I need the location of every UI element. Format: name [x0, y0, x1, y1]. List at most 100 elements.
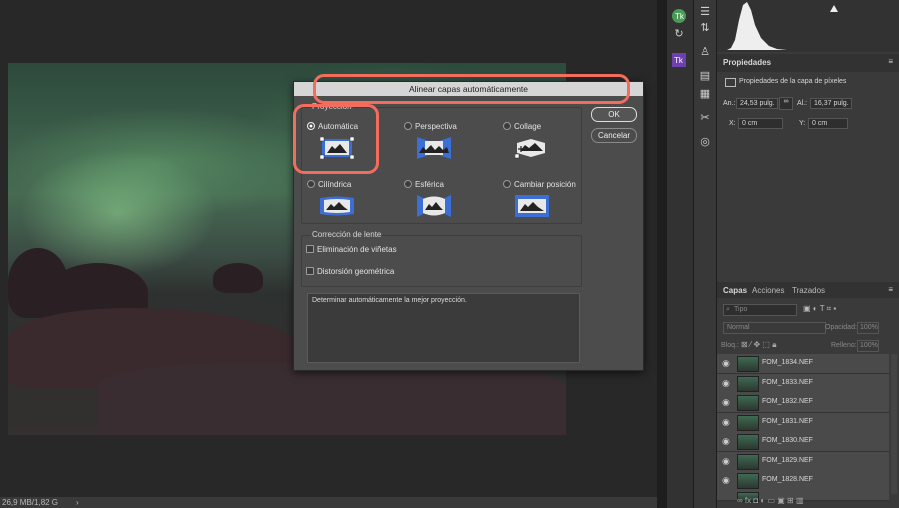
panel-icon-column-2: ☰ ⇅ ♙ ▤ ▦ ✂ ◎	[694, 0, 717, 508]
layers-menu-icon[interactable]: ≡	[888, 285, 893, 294]
layer-thumbnail	[737, 395, 759, 411]
layer-row[interactable]: ◉ FOM_1834.NEF	[717, 354, 889, 374]
eye-icon[interactable]: ◉	[722, 475, 730, 486]
panel-icon-column: Tk ↻ Tk	[667, 0, 694, 508]
y-label: Y:	[799, 120, 806, 127]
panel-menu-icon[interactable]: ≡	[888, 57, 893, 66]
status-bar: 26,9 MB/1,82 G ›	[0, 497, 657, 508]
eye-icon[interactable]: ◉	[722, 397, 730, 408]
layers-footer-icons[interactable]: ∞ fx ◘ ◐ ▭ ▣ ⊞ ▥	[737, 496, 804, 505]
y-field[interactable]: 0 cm	[808, 118, 848, 129]
layer-name: FOM_1829.NEF	[762, 457, 813, 464]
height-field[interactable]: 16,37 pulg.	[810, 98, 852, 109]
notes-icon[interactable]: ▦	[697, 86, 713, 102]
layer-name: FOM_1831.NEF	[762, 418, 813, 425]
lens-correction-label: Corrección de lente	[311, 230, 383, 239]
layer-name: FOM_1834.NEF	[762, 359, 813, 366]
eye-icon[interactable]: ◉	[722, 378, 730, 389]
cylindrical-projection-icon[interactable]	[320, 195, 354, 217]
radio-cambiar-posicion[interactable]: Cambiar posición	[503, 180, 576, 189]
target-icon[interactable]: ◎	[697, 134, 713, 150]
layers-body: ⌕ Tipo ▣ ◐ T ⌗ ▪ Normal Opacidad: 100% B…	[717, 298, 899, 508]
filter-icons[interactable]: ▣ ◐ T ⌗ ▪	[803, 304, 836, 314]
scissors-icon[interactable]: ✂	[697, 110, 713, 126]
svg-text:Tk: Tk	[675, 12, 685, 21]
checkbox-vignette[interactable]: Eliminación de viñetas	[306, 245, 397, 254]
lens-correction-group	[301, 235, 582, 287]
tab-paths[interactable]: Trazados	[792, 286, 825, 295]
stamp-icon[interactable]: ♙	[697, 44, 713, 60]
radio-esferica[interactable]: Esférica	[404, 180, 444, 189]
layer-name: FOM_1828.NEF	[762, 476, 813, 483]
layer-thumbnail	[737, 415, 759, 431]
width-field[interactable]: 24,53 pulg.	[736, 98, 778, 109]
tab-layers[interactable]: Capas	[723, 286, 747, 295]
blend-mode-select[interactable]: Normal	[723, 322, 826, 334]
tab-properties[interactable]: Propiedades	[723, 58, 771, 67]
layer-thumbnail	[737, 376, 759, 392]
ok-button[interactable]: OK	[591, 107, 637, 122]
layers-scrollbar[interactable]	[891, 354, 897, 494]
properties-header: Propiedades ≡	[717, 54, 899, 73]
layer-filter[interactable]: ⌕ Tipo	[723, 304, 797, 316]
perspective-projection-icon[interactable]	[417, 137, 451, 159]
layer-row[interactable]: ◉ FOM_1831.NEF	[717, 413, 889, 433]
width-label: An.:	[723, 100, 736, 107]
adjustments-icon[interactable]: ☰	[697, 4, 713, 20]
layer-thumbnail	[737, 356, 759, 372]
eye-icon[interactable]: ◉	[722, 358, 730, 369]
x-field[interactable]: 0 cm	[738, 118, 783, 129]
opacity-label: Opacidad:	[825, 324, 857, 331]
collage-projection-icon[interactable]	[515, 137, 549, 159]
library-icon[interactable]: ▤	[697, 68, 713, 84]
radio-perspectiva[interactable]: Perspectiva	[404, 122, 457, 131]
tk-panel-icon[interactable]: Tk	[671, 52, 687, 68]
layer-thumbnail	[737, 434, 759, 450]
eye-icon[interactable]: ◉	[722, 456, 730, 467]
layer-row[interactable]: ◉ FOM_1828.NEF	[717, 471, 889, 491]
fill-label: Relleno:	[831, 342, 857, 349]
layer-row[interactable]: ◉ FOM_1829.NEF	[717, 452, 889, 472]
description-box: Determinar automáticamente la mejor proy…	[307, 293, 580, 363]
opacity-field[interactable]: 100%	[857, 322, 879, 334]
link-icon[interactable]: ∞	[779, 97, 793, 110]
layer-row[interactable]: ◉ FOM_1833.NEF	[717, 374, 889, 394]
properties-body: Propiedades de la capa de píxeles An.: 2…	[717, 72, 899, 277]
height-label: Al.:	[797, 100, 808, 107]
checkbox-distortion[interactable]: Distorsión geométrica	[306, 267, 394, 276]
layer-name: FOM_1830.NEF	[762, 437, 813, 444]
spherical-projection-icon[interactable]	[417, 195, 451, 217]
right-panel: Propiedades ≡ Propiedades de la capa de …	[717, 0, 899, 508]
histogram	[717, 0, 899, 52]
levels-icon[interactable]: ⇅	[697, 20, 713, 36]
x-label: X:	[729, 120, 736, 127]
tab-actions[interactable]: Acciones	[752, 286, 784, 295]
pixel-layer-icon	[725, 78, 736, 87]
histogram-graph	[727, 2, 838, 50]
eye-icon[interactable]: ◉	[722, 436, 730, 447]
fill-field[interactable]: 100%	[857, 340, 879, 352]
layer-thumbnail	[737, 454, 759, 470]
lock-label: Bloq.:	[721, 342, 739, 349]
refresh-icon[interactable]: ↻	[671, 26, 687, 42]
automatic-option-highlight	[293, 104, 379, 174]
layer-name: FOM_1833.NEF	[762, 379, 813, 386]
lock-icons[interactable]: ⊠ ⁄ ✥ ⬚ 🔒︎	[741, 340, 776, 350]
filter-search-icon: ⌕	[726, 306, 730, 313]
layer-thumbnail	[737, 473, 759, 489]
layer-row[interactable]: ◉ FOM_1832.NEF	[717, 393, 889, 413]
rock	[98, 363, 566, 435]
eye-icon[interactable]: ◉	[722, 417, 730, 428]
radio-cilindrica[interactable]: Cilíndrica	[307, 180, 351, 189]
filter-label: Tipo	[734, 306, 748, 313]
panel-divider	[657, 0, 667, 508]
status-arrow-icon[interactable]: ›	[76, 498, 79, 507]
radio-collage[interactable]: Collage	[503, 122, 541, 131]
reposition-projection-icon[interactable]	[515, 195, 549, 217]
title-highlight	[313, 74, 630, 104]
layer-name: FOM_1832.NEF	[762, 398, 813, 405]
cancel-button[interactable]: Cancelar	[591, 128, 637, 143]
rock	[8, 248, 68, 318]
tk-icon[interactable]: Tk	[671, 8, 687, 24]
layer-row[interactable]: ◉ FOM_1830.NEF	[717, 432, 889, 452]
